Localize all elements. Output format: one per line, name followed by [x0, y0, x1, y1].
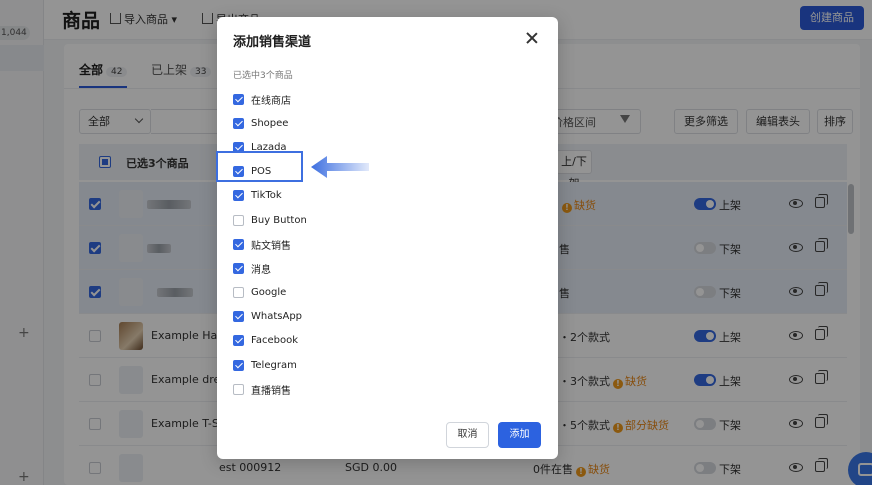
cancel-button[interactable]: 取消: [446, 422, 489, 448]
channel-label: 直播销售: [251, 385, 291, 397]
channel-label: Buy Button: [251, 214, 307, 226]
channel-option[interactable]: 在线商店: [233, 87, 433, 111]
channel-option[interactable]: Facebook: [233, 329, 433, 353]
channel-label: WhatsApp: [251, 311, 303, 323]
channel-label: Google: [251, 287, 287, 299]
channel-checkbox[interactable]: [233, 262, 244, 274]
channel-label: 消息: [251, 264, 271, 276]
channel-option[interactable]: Buy Button: [233, 208, 433, 232]
channel-option[interactable]: TikTok: [233, 184, 433, 208]
channel-label: 在线商店: [251, 95, 291, 107]
channel-option[interactable]: Shopee: [233, 111, 433, 135]
channel-label: Facebook: [251, 335, 298, 347]
close-icon[interactable]: [525, 31, 539, 45]
channel-checkbox[interactable]: [233, 238, 244, 250]
pos-highlight-box: [216, 151, 303, 182]
channel-option[interactable]: 贴文销售: [233, 232, 433, 256]
channel-option[interactable]: 消息: [233, 256, 433, 280]
channel-checkbox[interactable]: [233, 190, 244, 202]
selected-products-count: 已选中3个商品: [233, 71, 293, 81]
add-sales-channel-dialog: 添加销售渠道 已选中3个商品 在线商店 Shopee Lazada POS TikTok…: [217, 17, 558, 459]
channel-label: 贴文销售: [251, 240, 291, 252]
channel-checkbox[interactable]: [233, 287, 244, 299]
dialog-title: 添加销售渠道: [233, 35, 312, 50]
add-button[interactable]: 添加: [498, 422, 541, 448]
channel-option[interactable]: Telegram: [233, 353, 433, 377]
arrow-left-icon: [311, 156, 369, 178]
channel-checkbox[interactable]: [233, 117, 244, 129]
channel-label: Telegram: [251, 359, 297, 371]
channel-label: TikTok: [251, 190, 282, 202]
channel-checkbox[interactable]: [233, 383, 244, 395]
channel-list: 在线商店 Shopee Lazada POS TikTok Buy Button 贴文销售消…: [233, 87, 433, 401]
channel-option[interactable]: WhatsApp: [233, 305, 433, 329]
channel-checkbox[interactable]: [233, 214, 244, 226]
channel-checkbox[interactable]: [233, 93, 244, 105]
channel-option[interactable]: Google: [233, 281, 433, 305]
channel-checkbox[interactable]: [233, 359, 244, 371]
channel-checkbox[interactable]: [233, 335, 244, 347]
channel-option[interactable]: 直播销售: [233, 377, 433, 401]
channel-label: Shopee: [251, 117, 289, 129]
channel-checkbox[interactable]: [233, 311, 244, 323]
